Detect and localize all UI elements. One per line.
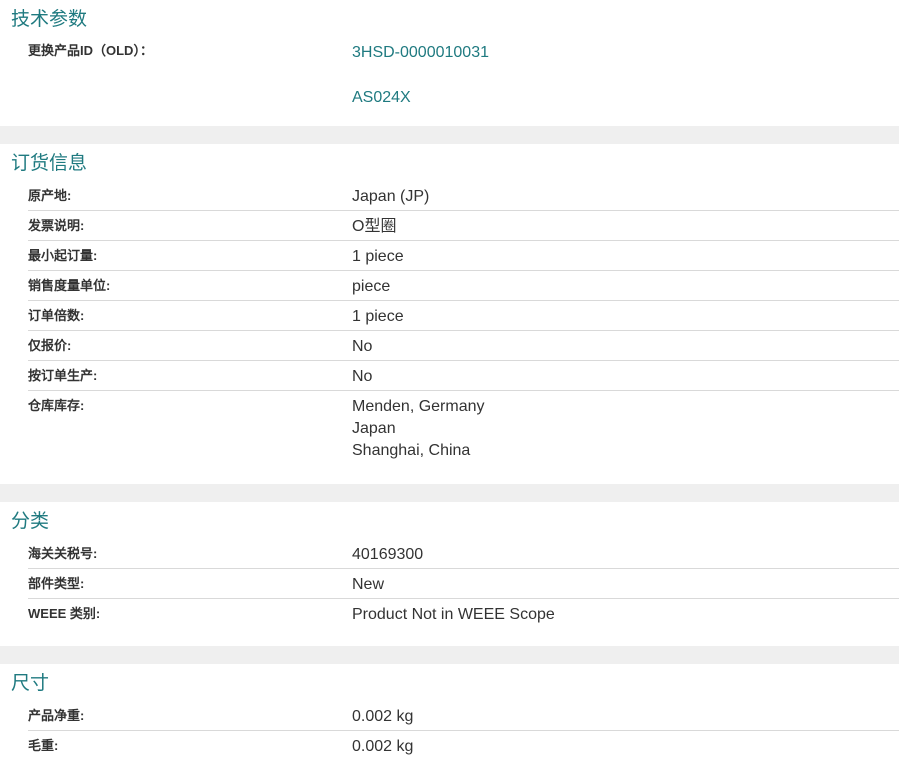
ordering-info-title: 订货信息 [11, 153, 88, 174]
section-divider [0, 126, 899, 144]
warehouse-stock-value: Menden, Germany Japan Shanghai, China [352, 391, 899, 462]
tech-specs-rows: 更换产品ID（OLD）： 3HSD-0000010031 AS024X [0, 37, 899, 127]
replacement-id-link-2[interactable]: AS024X [352, 89, 411, 106]
origin-row: 原产地: Japan (JP) [28, 181, 899, 211]
make-to-order-row: 按订单生产: No [28, 361, 899, 391]
part-type-label: 部件类型: [28, 576, 85, 591]
classification-section: 分类 海关关税号: 40169300 部件类型: New WEEE 类别: Pr… [0, 502, 899, 646]
warehouse-location: Shanghai, China [352, 442, 471, 459]
quote-only-value: No [352, 338, 373, 355]
make-to-order-label: 按订单生产: [28, 368, 98, 383]
ordering-info-rows: 原产地: Japan (JP) 发票说明: O型圈 最小起订量: 1 piece… [0, 181, 899, 462]
dimensions-title: 尺寸 [11, 673, 50, 694]
dimensions-section: 尺寸 产品净重: 0.002 kg 毛重: 0.002 kg [0, 664, 899, 760]
weee-category-value: Product Not in WEEE Scope [352, 606, 555, 623]
min-order-label: 最小起订量: [28, 248, 98, 263]
weee-category-label: WEEE 类别: [28, 606, 101, 621]
make-to-order-value: No [352, 368, 373, 385]
replacement-id-label: 更换产品ID（OLD）： [28, 43, 153, 58]
warehouse-stock-row: 仓库库存: Menden, Germany Japan Shanghai, Ch… [28, 391, 899, 462]
order-multiple-label: 订单倍数: [28, 308, 85, 323]
replacement-id-label-empty [28, 82, 352, 88]
section-divider [0, 484, 899, 502]
origin-value: Japan (JP) [352, 188, 430, 205]
dimensions-rows: 产品净重: 0.002 kg 毛重: 0.002 kg [0, 701, 899, 760]
weee-category-row: WEEE 类别: Product Not in WEEE Scope [28, 599, 899, 628]
replacement-id-row-2: AS024X [28, 82, 899, 127]
sales-uom-value: piece [352, 278, 391, 295]
quote-only-label: 仅报价: [28, 338, 72, 353]
origin-label: 原产地: [28, 188, 72, 203]
gross-weight-value: 0.002 kg [352, 738, 414, 755]
net-weight-row: 产品净重: 0.002 kg [28, 701, 899, 731]
customs-tariff-row: 海关关税号: 40169300 [28, 539, 899, 569]
invoice-desc-row: 发票说明: O型圈 [28, 211, 899, 241]
replacement-id-row: 更换产品ID（OLD）： 3HSD-0000010031 [28, 37, 899, 82]
replacement-id-value-2: AS024X [352, 82, 899, 109]
order-multiple-value: 1 piece [352, 308, 404, 325]
net-weight-label: 产品净重: [28, 708, 85, 723]
warehouse-location: Menden, Germany [352, 398, 485, 415]
section-divider [0, 646, 899, 664]
customs-tariff-label: 海关关税号: [28, 546, 98, 561]
tech-specs-section: 技术参数 更换产品ID（OLD）： 3HSD-0000010031 AS024X [0, 0, 899, 126]
sales-uom-row: 销售度量单位: piece [28, 271, 899, 301]
min-order-row: 最小起订量: 1 piece [28, 241, 899, 271]
part-type-row: 部件类型: New [28, 569, 899, 599]
tech-specs-title: 技术参数 [11, 9, 88, 30]
gross-weight-row: 毛重: 0.002 kg [28, 731, 899, 760]
quote-only-row: 仅报价: No [28, 331, 899, 361]
invoice-desc-label: 发票说明: [28, 218, 85, 233]
warehouse-stock-label: 仓库库存: [28, 398, 85, 413]
sales-uom-label: 销售度量单位: [28, 278, 111, 293]
warehouse-location: Japan [352, 420, 396, 437]
replacement-id-link-1[interactable]: 3HSD-0000010031 [352, 44, 489, 61]
min-order-value: 1 piece [352, 248, 404, 265]
order-multiple-row: 订单倍数: 1 piece [28, 301, 899, 331]
gross-weight-label: 毛重: [28, 738, 59, 753]
part-type-value: New [352, 576, 385, 593]
invoice-desc-value: O型圈 [352, 218, 397, 235]
net-weight-value: 0.002 kg [352, 708, 414, 725]
ordering-info-section: 订货信息 原产地: Japan (JP) 发票说明: O型圈 最小起订量: 1 … [0, 144, 899, 484]
classification-title: 分类 [11, 511, 50, 532]
classification-rows: 海关关税号: 40169300 部件类型: New WEEE 类别: Produ… [0, 539, 899, 628]
replacement-id-value-1: 3HSD-0000010031 [352, 37, 899, 64]
customs-tariff-value: 40169300 [352, 546, 424, 563]
